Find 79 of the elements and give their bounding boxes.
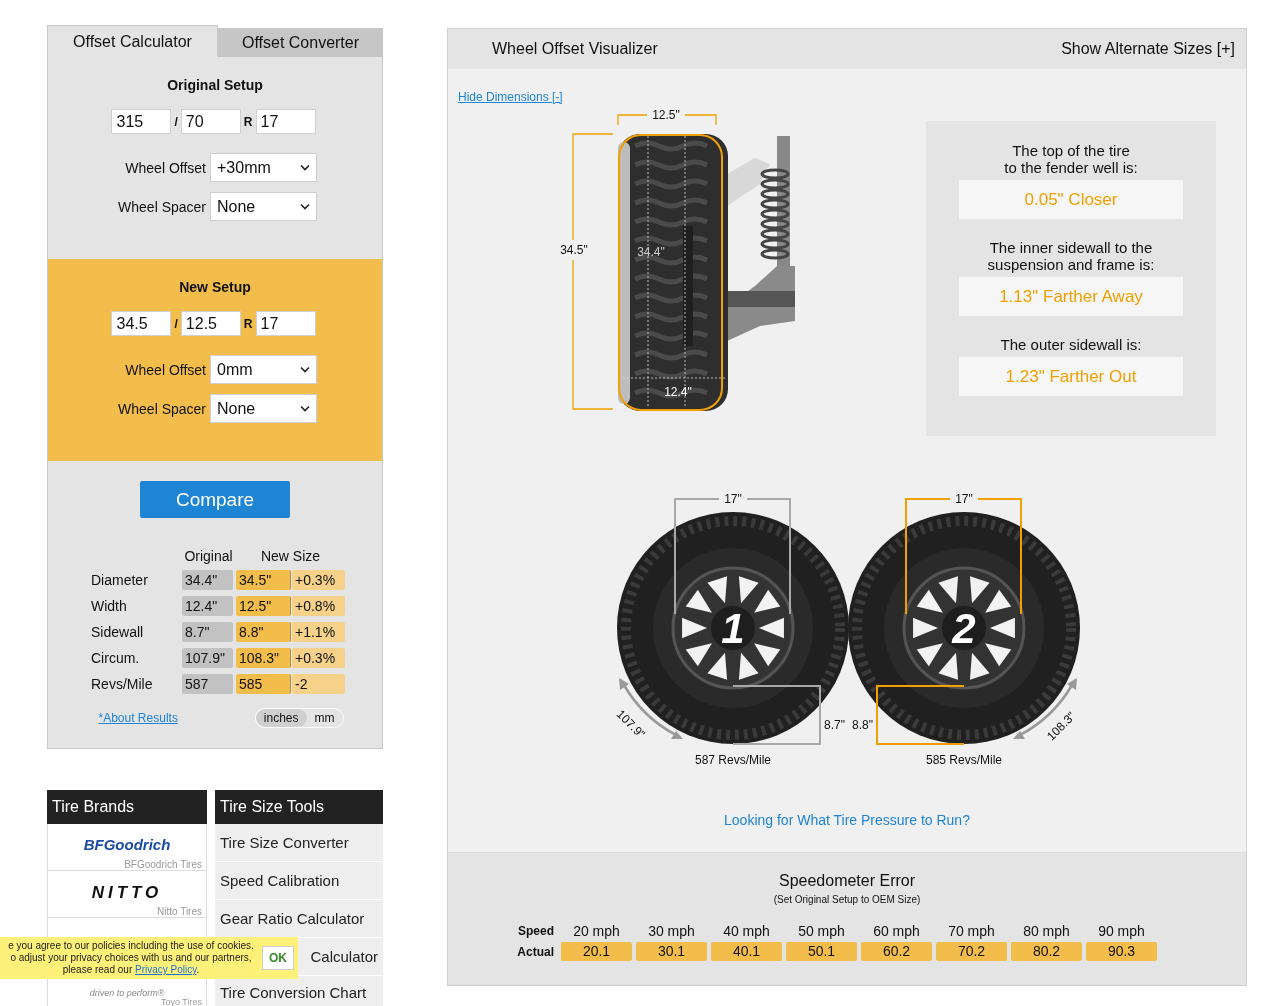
revs-label: 585 Revs/Mile	[926, 753, 1002, 767]
result-cell: 34.4"	[182, 570, 233, 590]
result-cell: 8.8"	[236, 622, 291, 642]
comparison-message: The inner sidewall to the suspension and frame is:	[987, 239, 1155, 273]
brand-tagline: driven to perform®	[88, 989, 166, 998]
result-cell: 585	[236, 674, 291, 694]
speed-label: 20 mph	[572, 923, 621, 939]
change-cell: +0.3%	[292, 648, 345, 668]
section-title: New Setup	[179, 279, 251, 295]
dimension-label: 17"	[955, 492, 973, 506]
speed-label: 80 mph	[1022, 923, 1071, 939]
revs-label: 587 Revs/Mile	[695, 753, 771, 767]
row-label: Diameter	[91, 572, 149, 588]
wheel-number: 2	[952, 605, 976, 652]
brand-caption: Toyo Tires	[161, 998, 202, 1006]
dimension-label: 12.4"	[664, 385, 692, 399]
section-subtitle: (Set Original Setup to OEM Size)	[773, 894, 921, 905]
change-cell: -2	[292, 674, 345, 694]
comparison-result: 1.13" Farther Away	[959, 277, 1183, 316]
section-title: Original Setup	[167, 77, 263, 93]
panel-title: Wheel Offset Visualizer	[492, 40, 658, 58]
brand-caption: BFGoodrich Tires	[123, 859, 202, 870]
field-label: Wheel Spacer	[118, 198, 206, 215]
comparison-message: The top of the tire to the fender well is:	[1004, 142, 1138, 176]
box-header: Tire Brands	[47, 790, 207, 824]
column-header: Original	[183, 548, 234, 564]
change-cell: +0.8%	[292, 596, 345, 616]
actual-speed-cell: 30.1	[636, 942, 707, 961]
brand-logo: BFGoodrich	[83, 836, 171, 853]
change-cell: +1.1%	[292, 622, 345, 642]
actual-speed-cell: 60.2	[861, 942, 932, 961]
actual-speed-cell: 50.1	[786, 942, 857, 961]
speed-label: 60 mph	[872, 923, 921, 939]
column-header: New Size	[259, 548, 322, 564]
comparison-result: 0.05" Closer	[959, 180, 1183, 219]
separator-label: /	[173, 316, 179, 331]
comparison-message: The outer sidewall is:	[1000, 336, 1142, 353]
rim-label: R	[242, 114, 254, 129]
actual-speed-cell: 70.2	[936, 942, 1007, 961]
result-cell: 107.9"	[182, 648, 233, 668]
field-label: Wheel Offset	[125, 361, 206, 378]
speed-label: 90 mph	[1097, 923, 1146, 939]
field-label: Wheel Offset	[125, 159, 206, 176]
field-label: Wheel Spacer	[118, 400, 206, 417]
dimension-label: 17"	[724, 492, 742, 506]
actual-speed-cell: 80.2	[1011, 942, 1082, 961]
dimension-label: 12.5"	[652, 108, 680, 122]
speed-label: 70 mph	[947, 923, 996, 939]
section-title: Speedometer Error	[778, 872, 916, 890]
result-cell: 34.5"	[236, 570, 291, 590]
separator-label: /	[173, 114, 179, 129]
result-cell: 12.5"	[236, 596, 291, 616]
row-label: Width	[91, 598, 128, 614]
result-cell: 108.3"	[236, 648, 291, 668]
box-header: Tire Size Tools	[215, 790, 383, 824]
speed-label: 40 mph	[722, 923, 771, 939]
row-label: Sidewall	[91, 624, 145, 640]
speed-label: 30 mph	[647, 923, 696, 939]
dimension-label: 8.8"	[852, 718, 873, 732]
dimension-label: 34.4"	[637, 245, 665, 259]
row-label: Circum.	[91, 650, 141, 666]
change-cell: +0.3%	[292, 570, 345, 590]
dimension-label: 8.7"	[824, 718, 845, 732]
row-label: Speed	[517, 924, 555, 938]
actual-speed-cell: 90.3	[1086, 942, 1157, 961]
wheel-number: 1	[721, 605, 745, 652]
result-cell: 587	[182, 674, 233, 694]
brand-logo: NITTO	[91, 883, 163, 903]
rim-label: R	[242, 316, 254, 331]
brand-caption: Nitto Tires	[156, 906, 202, 917]
speed-label: 50 mph	[797, 923, 846, 939]
result-cell: 12.4"	[182, 596, 233, 616]
actual-speed-cell: 20.1	[561, 942, 632, 961]
row-label: Revs/Mile	[91, 676, 154, 692]
row-label: Actual	[516, 944, 555, 959]
dimension-label: 34.5"	[560, 243, 588, 257]
actual-speed-cell: 40.1	[711, 942, 782, 961]
result-cell: 8.7"	[182, 622, 233, 642]
comparison-result: 1.23" Farther Out	[959, 357, 1183, 396]
